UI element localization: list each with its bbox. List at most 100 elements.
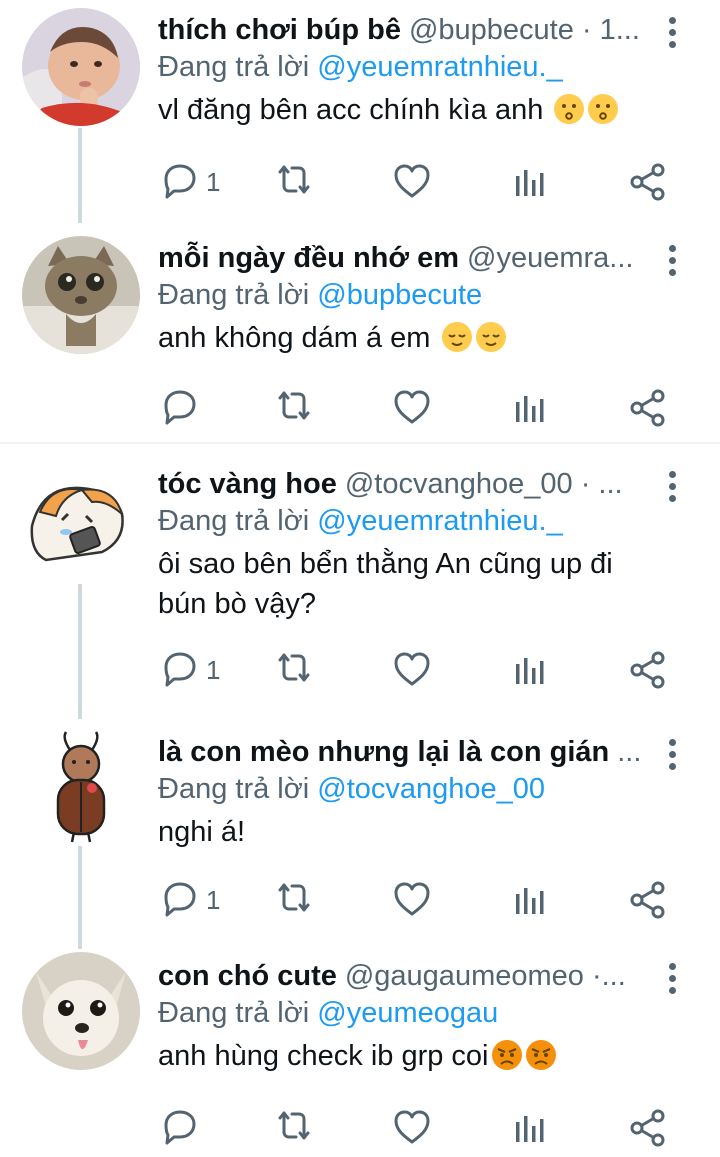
replying-to: Đang trả lời @bupbecute	[158, 276, 660, 314]
tweet-text-body: ôi sao bên bển thằng An cũng up đi bún b…	[158, 548, 613, 620]
reply-button[interactable]: 1	[160, 160, 220, 204]
tweet-text-body: anh không dám á em	[158, 322, 431, 354]
retweet-icon	[278, 391, 310, 420]
views-button[interactable]	[510, 1106, 550, 1150]
share-icon	[630, 389, 665, 427]
user-handle[interactable]: ...	[617, 734, 641, 770]
tweet[interactable]: là con mèo nhưng lại là con gián ... Đan…	[0, 714, 720, 942]
like-button[interactable]	[392, 1106, 432, 1150]
replying-to: Đang trả lời @yeumeogau	[158, 994, 660, 1032]
relieved-face-icon	[441, 322, 472, 352]
more-options-button[interactable]	[662, 468, 682, 504]
reply-button[interactable]	[160, 1106, 206, 1150]
more-options-button[interactable]	[662, 14, 682, 50]
retweet-button[interactable]	[274, 648, 314, 692]
mention-link[interactable]: @bupbecute	[317, 279, 482, 311]
views-button[interactable]	[510, 878, 550, 922]
replying-prefix: Đang trả lời	[158, 997, 310, 1029]
views-button[interactable]	[510, 160, 550, 204]
user-handle[interactable]: @gaugaumeomeo ·...	[345, 958, 626, 994]
views-button[interactable]	[510, 648, 550, 692]
cat-photo-avatar	[22, 236, 140, 354]
reply-button[interactable]: 1	[160, 878, 220, 922]
replying-prefix: Đang trả lời	[158, 505, 310, 537]
tweet[interactable]: tóc vàng hoe @tocvanghoe_00 · ... Đang t…	[0, 444, 720, 714]
user-handle[interactable]: @yeuemra...	[467, 240, 633, 276]
more-options-button[interactable]	[662, 960, 682, 996]
share-button[interactable]	[628, 878, 668, 922]
like-button[interactable]	[392, 878, 432, 922]
display-name[interactable]: thích chơi búp bê	[158, 12, 401, 48]
replying-to: Đang trả lời @tocvanghoe_00	[158, 770, 660, 808]
retweet-button[interactable]	[274, 386, 314, 430]
avatar[interactable]	[22, 456, 140, 574]
heart-icon	[394, 652, 430, 686]
reply-icon	[164, 164, 196, 199]
heart-icon	[394, 1110, 430, 1144]
bar-chart-icon	[516, 1116, 544, 1142]
like-button[interactable]	[392, 386, 432, 430]
mention-link[interactable]: @yeuemratnhieu._	[317, 505, 562, 537]
mention-link[interactable]: @yeuemratnhieu._	[317, 51, 562, 83]
views-button[interactable]	[510, 386, 550, 430]
tweet[interactable]: con chó cute @gaugaumeomeo ·... Đang trả…	[0, 942, 720, 1157]
tweet[interactable]: thích chơi búp bê @bupbecute · 1... Đang…	[0, 0, 720, 222]
reply-icon	[164, 390, 196, 425]
tweet-text-body: vl đăng bên acc chính kìa anh	[158, 94, 544, 126]
heart-icon	[394, 164, 430, 198]
replying-prefix: Đang trả lời	[158, 773, 310, 805]
share-icon	[630, 163, 665, 201]
display-name[interactable]: con chó cute	[158, 958, 337, 994]
tweet-text-body: anh hùng check ib grp coi	[158, 1040, 489, 1072]
reply-button[interactable]: 1	[160, 648, 220, 692]
like-button[interactable]	[392, 160, 432, 204]
tweet-text: anh hùng check ib grp coi	[158, 1036, 660, 1076]
mention-link[interactable]: @yeumeogau	[317, 997, 498, 1029]
share-button[interactable]	[628, 386, 668, 430]
relieved-face-icon	[475, 322, 506, 352]
bar-chart-icon	[516, 888, 544, 914]
display-name[interactable]: là con mèo nhưng lại là con gián	[158, 734, 609, 770]
reply-icon	[164, 1110, 196, 1145]
retweet-button[interactable]	[274, 878, 314, 922]
reply-count: 1	[206, 166, 221, 197]
tweet[interactable]: mỗi ngày đều nhớ em @yeuemra... Đang trả…	[0, 222, 720, 442]
replying-prefix: Đang trả lời	[158, 279, 310, 311]
share-button[interactable]	[628, 648, 668, 692]
tweet-text-body: nghi á!	[158, 816, 246, 848]
retweet-icon	[278, 165, 310, 194]
replying-to: Đang trả lời @yeuemratnhieu._	[158, 502, 660, 540]
user-handle[interactable]: @tocvanghoe_00 · ...	[345, 466, 623, 502]
avatar[interactable]	[22, 952, 140, 1070]
share-icon	[630, 881, 665, 919]
retweet-button[interactable]	[274, 1106, 314, 1150]
tweet-text: nghi á!	[158, 812, 660, 852]
replying-prefix: Đang trả lời	[158, 51, 310, 83]
like-button[interactable]	[392, 648, 432, 692]
share-button[interactable]	[628, 160, 668, 204]
angry-face-icon	[525, 1040, 556, 1070]
bar-chart-icon	[516, 396, 544, 422]
mention-link[interactable]: @tocvanghoe_00	[317, 773, 545, 805]
display-name[interactable]: tóc vàng hoe	[158, 466, 337, 502]
user-handle[interactable]: @bupbecute · 1...	[409, 12, 640, 48]
tweet-text: anh không dám á em	[158, 318, 660, 358]
retweet-button[interactable]	[274, 160, 314, 204]
cartoon-dog-avatar	[22, 456, 140, 574]
bar-chart-icon	[516, 170, 544, 196]
baby-photo-avatar	[22, 8, 140, 126]
share-button[interactable]	[628, 1106, 668, 1150]
more-options-button[interactable]	[662, 242, 682, 278]
bar-chart-icon	[516, 658, 544, 684]
replying-to: Đang trả lời @yeuemratnhieu._	[158, 48, 660, 86]
avatar[interactable]	[22, 8, 140, 126]
more-options-button[interactable]	[662, 736, 682, 772]
avatar[interactable]	[22, 728, 140, 846]
tweet-text: vl đăng bên acc chính kìa anh	[158, 90, 660, 130]
avatar[interactable]	[22, 236, 140, 354]
angry-face-icon	[491, 1040, 522, 1070]
reply-button[interactable]	[160, 386, 206, 430]
share-icon	[630, 1109, 665, 1147]
tweet-text: ôi sao bên bển thằng An cũng up đi bún b…	[158, 544, 660, 624]
display-name[interactable]: mỗi ngày đều nhớ em	[158, 240, 459, 276]
